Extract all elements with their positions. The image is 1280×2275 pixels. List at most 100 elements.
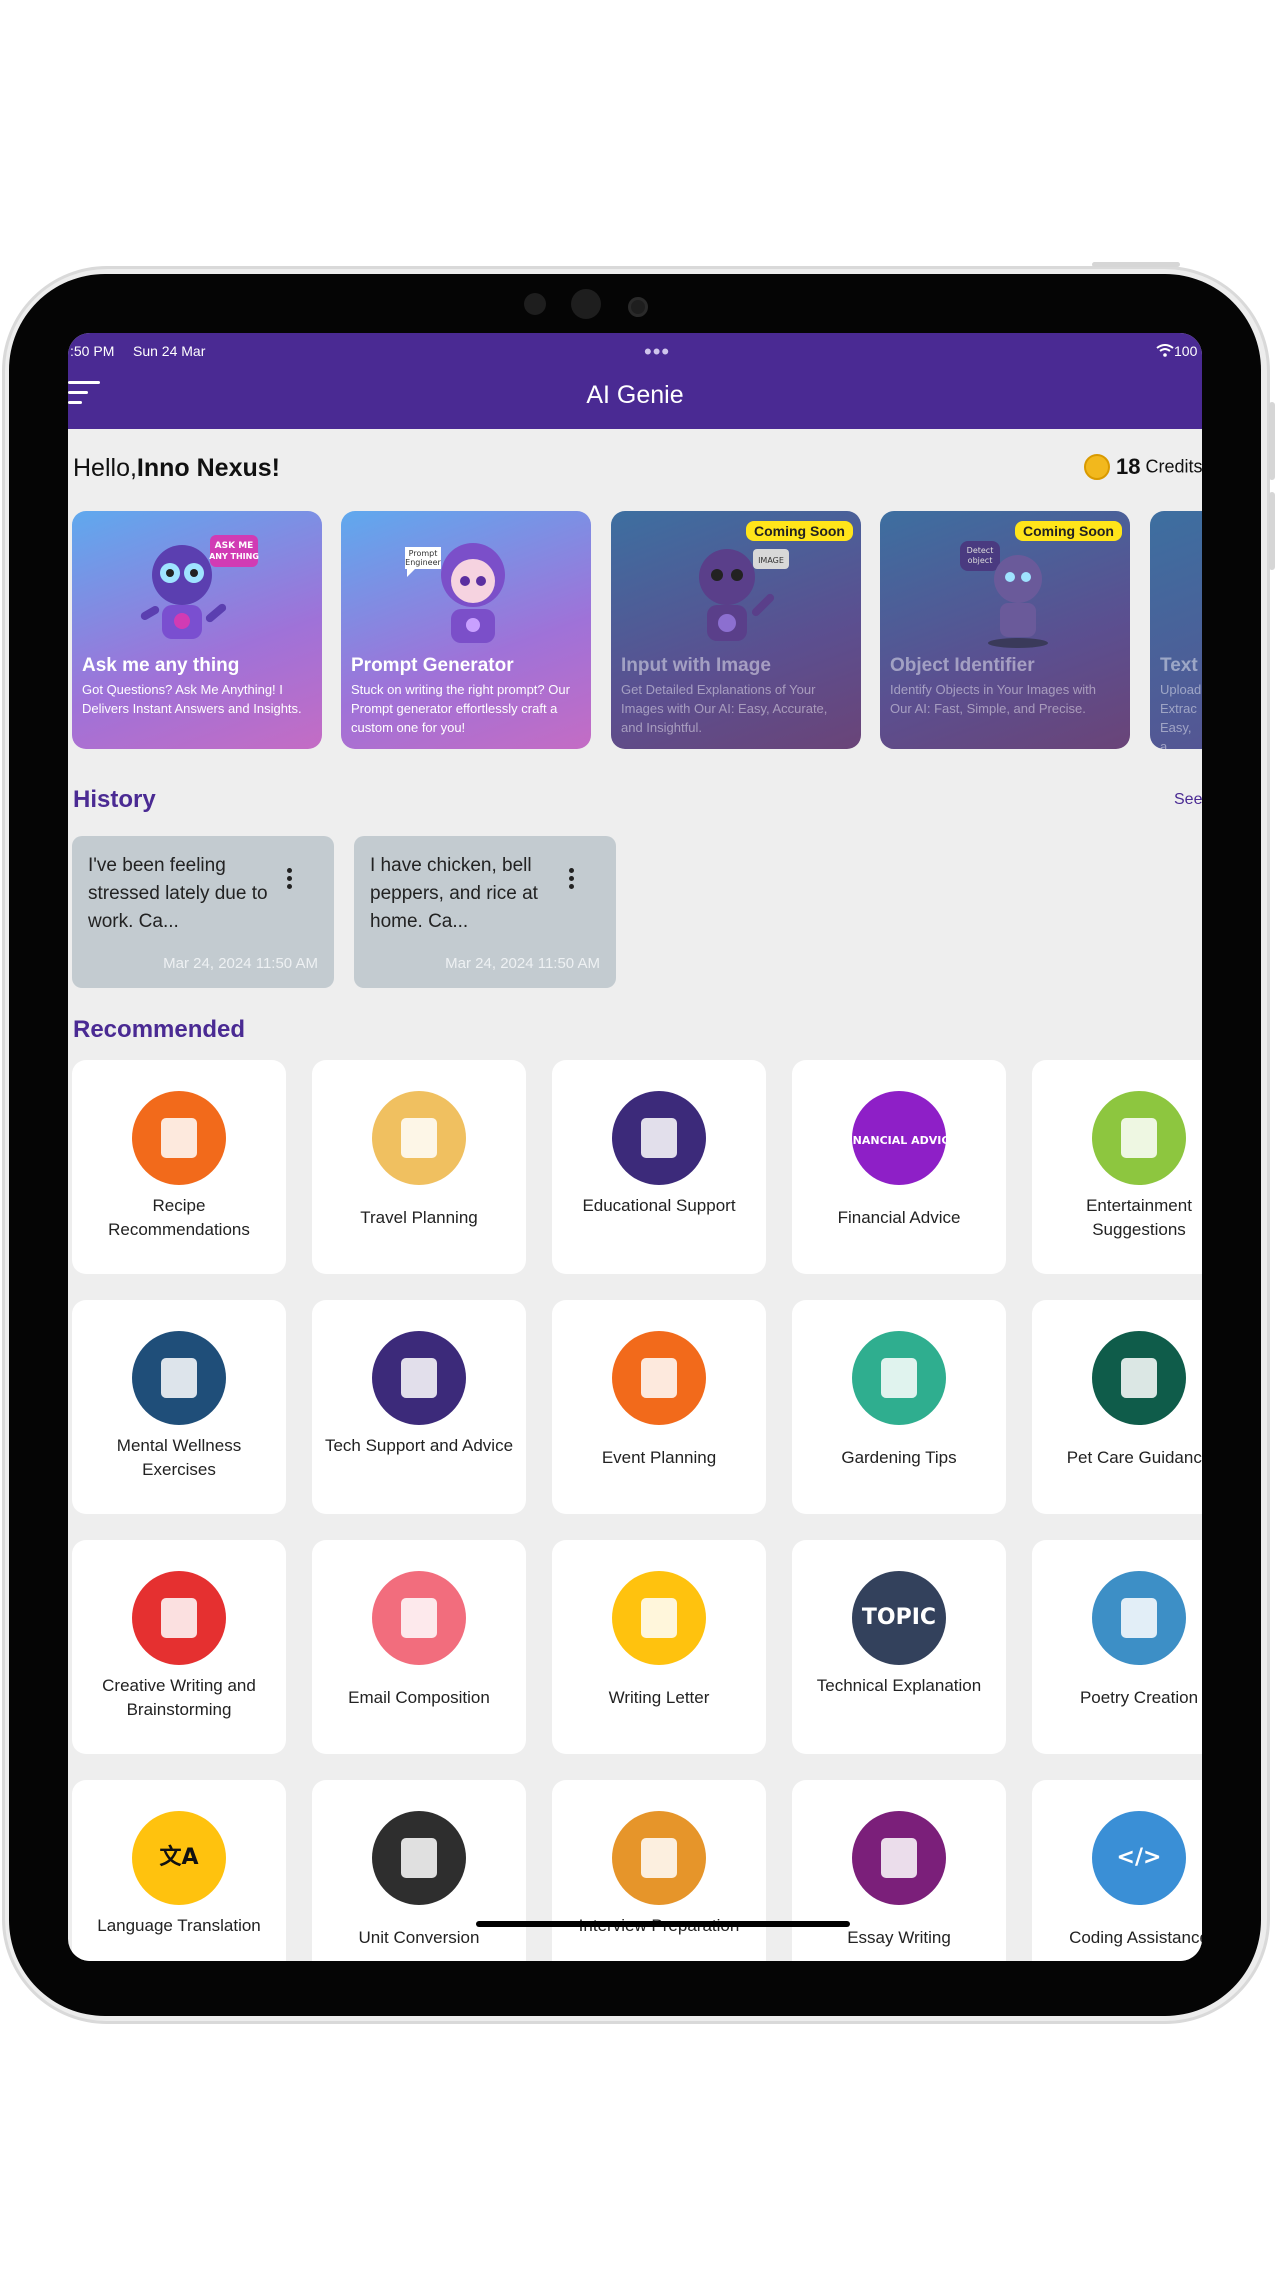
status-wifi-battery: 100 (1156, 343, 1197, 359)
svg-text:object: object (968, 556, 993, 565)
status-time: :50 PM (70, 343, 115, 359)
recommended-title: Recommended (73, 1016, 246, 1043)
garden-tools-icon (852, 1331, 946, 1425)
svg-text:ASK ME: ASK ME (215, 541, 254, 551)
robot-speech: IMAGE (758, 556, 784, 565)
feature-description: Upload Extrac Easy, a (1160, 682, 1202, 749)
interview-icon (612, 1811, 706, 1905)
recommended-card[interactable]: Travel Planning (312, 1060, 526, 1274)
recommended-card[interactable]: Mental Wellness Exercises (72, 1300, 286, 1514)
recommended-card[interactable]: Recipe Recommendations (72, 1060, 286, 1274)
code-window-icon: </> (1092, 1811, 1186, 1905)
feature-title: Text (1160, 655, 1198, 676)
battery-level: 100 (1174, 343, 1198, 359)
top-button (1092, 262, 1180, 267)
volume-up-button (1269, 402, 1275, 480)
recommended-label: Tech Support and Advice (324, 1436, 514, 1455)
history-card[interactable]: I've been feeling stressed lately due to… (72, 836, 334, 988)
svg-text:Prompt: Prompt (409, 549, 438, 558)
feature-card-ask[interactable]: ASK ME ANY THING Ask me any thing Got Que… (72, 511, 322, 749)
more-options-icon[interactable] (569, 868, 575, 892)
coin-icon (1084, 454, 1110, 480)
recommended-label: Writing Letter (608, 1688, 710, 1707)
recommended-label: Entertainment Suggestions (1086, 1196, 1192, 1239)
svg-text:ANY THING: ANY THING (209, 552, 259, 561)
feature-card-text[interactable]: Text Upload Extrac Easy, a (1150, 511, 1202, 749)
home-indicator[interactable] (476, 1921, 850, 1927)
feature-card-prompt[interactable]: Prompt Engineer Prompt Generator Stuck on… (341, 511, 591, 749)
sensor-right (628, 297, 648, 317)
feature-title: Ask me any thing (82, 655, 240, 676)
recommended-card[interactable]: Tech Support and Advice (312, 1300, 526, 1514)
recommended-card[interactable]: FINANCIAL ADVICE Financial Advice (792, 1060, 1006, 1274)
financial-advice-icon: FINANCIAL ADVICE (851, 1091, 947, 1185)
recommended-card[interactable]: Creative Writing and Brainstorming (72, 1540, 286, 1754)
recommended-label: Travel Planning (360, 1208, 478, 1227)
app-screen: :50 PM Sun 24 Mar ••• 100 AI Genie Hello… (68, 333, 1202, 1961)
writing-pad-icon (132, 1571, 226, 1665)
history-text: I have chicken, bell peppers, and rice a… (370, 855, 538, 932)
robot-image-icon: IMAGE (699, 549, 789, 641)
pet-house-icon (1092, 1331, 1186, 1425)
status-date: Sun 24 Mar (133, 343, 206, 359)
recommended-card[interactable]: Entertainment Suggestions (1032, 1060, 1202, 1274)
credits-indicator[interactable]: 18 Credits (1084, 454, 1202, 480)
icon-glyph-text: </> (1117, 1845, 1162, 1870)
suitcase-icon (372, 1091, 466, 1185)
credits-label: Credits (1145, 456, 1203, 477)
see-all-link[interactable]: See (1174, 791, 1202, 809)
feature-description: Got Questions? Ask Me Anything! I Delive… (82, 682, 302, 716)
history-title: History (73, 786, 156, 813)
volume-down-button (1269, 492, 1275, 570)
letter-icon (612, 1571, 706, 1665)
recommended-card[interactable]: Unit Conversion (312, 1780, 526, 1961)
recommended-card[interactable]: Event Planning (552, 1300, 766, 1514)
recommended-label: Gardening Tips (841, 1448, 957, 1467)
recommended-label: Technical Explanation (816, 1676, 982, 1695)
quill-icon (1092, 1571, 1186, 1665)
wifi-icon (1156, 344, 1174, 357)
robot-ask-icon: ASK MEANY THING (140, 535, 259, 639)
feature-description: Stuck on writing the right prompt? Our P… (351, 682, 570, 735)
email-pen-icon (372, 1571, 466, 1665)
recommended-label: Coding Assistance (1069, 1928, 1202, 1947)
recommended-card[interactable]: </> Coding Assistance (1032, 1780, 1202, 1961)
history-text: I've been feeling stressed lately due to… (88, 855, 268, 932)
svg-text:Engineer: Engineer (405, 558, 441, 567)
recommended-label: Poetry Creation (1079, 1688, 1199, 1707)
history-date: Mar 24, 2024 11:50 AM (163, 955, 318, 972)
calendar-icon (612, 1331, 706, 1425)
recommended-card[interactable]: Essay Writing (792, 1780, 1006, 1961)
book-hand-icon (612, 1091, 706, 1185)
recommended-card[interactable]: Interview Preparation (552, 1780, 766, 1961)
svg-text:Detect: Detect (967, 546, 994, 555)
recommended-label: Essay Writing (847, 1928, 951, 1947)
recommended-label: Event Planning (601, 1448, 717, 1467)
book-hand-icon (372, 1331, 466, 1425)
convert-icon (372, 1811, 466, 1905)
recommended-card[interactable]: Poetry Creation (1032, 1540, 1202, 1754)
feature-title: Object Identifier (890, 655, 1035, 676)
recommended-card[interactable]: Educational Support (552, 1060, 766, 1274)
recommended-label: Pet Care Guidance (1066, 1448, 1202, 1467)
feature-card-object[interactable]: Coming Soon Detect object Object Identifi… (880, 511, 1130, 749)
recommended-card[interactable]: TOPIC Technical Explanation (792, 1540, 1006, 1754)
history-card[interactable]: I have chicken, bell peppers, and rice a… (354, 836, 616, 988)
recommended-label: Email Composition (348, 1688, 490, 1707)
recommended-label: Recipe Recommendations (108, 1196, 250, 1239)
recommended-label: Educational Support (582, 1196, 736, 1215)
recommended-label: Mental Wellness Exercises (116, 1436, 242, 1479)
recommended-card[interactable]: 文A Language Translation (72, 1780, 286, 1961)
confetti-icon (1092, 1091, 1186, 1185)
greeting-prefix: Hello, (73, 454, 137, 482)
essay-icon (852, 1811, 946, 1905)
recommended-card[interactable]: Email Composition (312, 1540, 526, 1754)
multitask-dots[interactable]: ••• (644, 339, 670, 365)
recommended-card[interactable]: Writing Letter (552, 1540, 766, 1754)
more-options-icon[interactable] (287, 868, 293, 892)
feature-card-image[interactable]: Coming Soon IMAGE Input with Image Get D… (611, 511, 861, 749)
credits-amount: 18 (1116, 454, 1141, 479)
recommended-card[interactable]: Gardening Tips (792, 1300, 1006, 1514)
icon-glyph-text: TOPIC (862, 1605, 936, 1630)
recommended-card[interactable]: Pet Care Guidance (1032, 1300, 1202, 1514)
